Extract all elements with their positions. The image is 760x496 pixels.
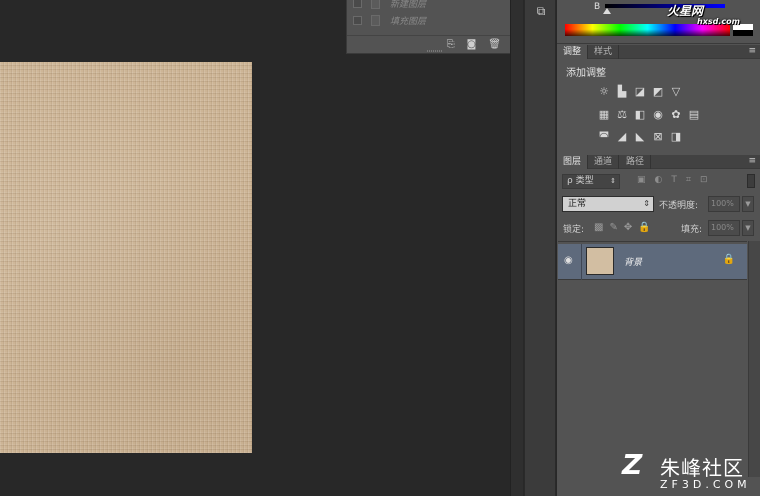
history-checkbox[interactable] bbox=[353, 15, 362, 25]
history-item[interactable]: 填充图层 bbox=[347, 13, 509, 27]
fill-field[interactable]: 100% bbox=[708, 220, 740, 236]
tab-layers[interactable]: 图层 bbox=[557, 155, 589, 169]
lock-all-icon[interactable]: 🔒 bbox=[638, 222, 650, 233]
panel-dock: ⧉ bbox=[524, 0, 556, 496]
opacity-dropdown[interactable]: ▼ bbox=[742, 196, 754, 212]
lock-image-icon[interactable]: ✎ bbox=[609, 222, 617, 233]
shape-filter-icon[interactable]: ⌗ bbox=[686, 175, 691, 185]
layer-filter-label: ρ 类型 bbox=[567, 176, 594, 186]
right-panels: B 火星网 hxsd.com 调整 样式 ≡ 添加调整 ☼ ▙ ◪ ◩ ▽ ▦ … bbox=[557, 0, 760, 496]
eye-icon[interactable]: ◉ bbox=[564, 255, 573, 266]
layers-tabbar: 图层 通道 路径 ≡ bbox=[557, 155, 760, 169]
trash-icon[interactable]: 🗑 bbox=[488, 39, 501, 50]
watermark-zf3d: Z 朱峰社区 ZF3D.COM bbox=[622, 446, 760, 496]
opacity-label: 不透明度: bbox=[659, 201, 699, 211]
divider bbox=[581, 244, 582, 280]
canvas-scrollbar[interactable] bbox=[510, 0, 523, 496]
slider-thumb[interactable] bbox=[603, 8, 611, 14]
layer-filter-dropdown[interactable]: ρ 类型 ⇕ bbox=[562, 174, 620, 189]
posterize-icon[interactable]: ◢ bbox=[615, 130, 629, 144]
curves-icon[interactable]: ◪ bbox=[633, 85, 647, 99]
watermark-subtext: hxsd.com bbox=[697, 17, 740, 26]
lock-label: 锁定: bbox=[563, 225, 585, 235]
photo-filter-icon[interactable]: ◉ bbox=[651, 108, 665, 122]
pixel-filter-icon[interactable]: ▣ bbox=[637, 175, 646, 185]
canvas-document[interactable] bbox=[0, 62, 252, 453]
watermark-subtext: ZF3D.COM bbox=[660, 478, 751, 491]
adjustments-title: 添加调整 bbox=[566, 68, 606, 79]
layer-name[interactable]: 背景 bbox=[624, 255, 642, 268]
hue-saturation-icon[interactable]: ▦ bbox=[597, 108, 611, 122]
exposure-icon[interactable]: ◩ bbox=[651, 85, 665, 99]
color-channel-label: B bbox=[594, 2, 601, 12]
levels-icon[interactable]: ▙ bbox=[615, 85, 629, 99]
color-lookup-icon[interactable]: ▤ bbox=[687, 108, 701, 122]
adjustments-tabbar: 调整 样式 ≡ bbox=[557, 45, 760, 59]
chevron-updown-icon: ⇕ bbox=[643, 199, 650, 208]
lock-icon: 🔒 bbox=[722, 254, 735, 265]
invert-icon[interactable]: ◚ bbox=[597, 130, 611, 144]
black-white-icon[interactable]: ◧ bbox=[633, 108, 647, 122]
new-document-icon[interactable]: ⎘ bbox=[447, 39, 455, 50]
selective-color-icon[interactable]: ◨ bbox=[669, 130, 683, 144]
chevron-updown-icon: ⇕ bbox=[610, 177, 616, 185]
tab-adjustments[interactable]: 调整 bbox=[557, 45, 589, 59]
brightness-icon[interactable]: ☼ bbox=[597, 85, 611, 99]
document-icon bbox=[371, 0, 380, 9]
lock-icons: ▩ ✎ ✥ 🔒 bbox=[594, 222, 651, 233]
blend-mode-value: 正常 bbox=[568, 199, 587, 209]
fill-dropdown[interactable]: ▼ bbox=[742, 220, 754, 236]
color-balance-icon[interactable]: ⚖ bbox=[615, 108, 629, 122]
watermark-text: 朱峰社区 bbox=[660, 456, 744, 480]
panel-menu-icon[interactable]: ≡ bbox=[748, 46, 756, 56]
history-item-label: 新建图层 bbox=[390, 0, 427, 10]
document-icon bbox=[371, 14, 380, 26]
adjustments-row: ◚ ◢ ◣ ⊠ ◨ bbox=[597, 130, 683, 144]
gradient-map-icon[interactable]: ⊠ bbox=[651, 130, 665, 144]
watermark-hxsd: 火星网 hxsd.com bbox=[667, 2, 755, 26]
blend-mode-select[interactable]: 正常 ⇕ bbox=[562, 196, 654, 212]
layers-scrollbar[interactable] bbox=[748, 241, 760, 477]
tab-channels[interactable]: 通道 bbox=[588, 155, 620, 169]
filter-toggle[interactable] bbox=[747, 174, 755, 188]
zf3d-logo: Z bbox=[622, 448, 643, 481]
camera-icon[interactable]: ◙ bbox=[467, 39, 477, 50]
layer-thumbnail bbox=[586, 247, 614, 275]
panel-menu-icon[interactable]: ≡ bbox=[748, 156, 756, 166]
vibrance-icon[interactable]: ▽ bbox=[669, 85, 683, 99]
opacity-field[interactable]: 100% bbox=[708, 196, 740, 212]
layer-filter-icons: ▣ ◐ T ⌗ ⊡ bbox=[637, 175, 708, 185]
history-item-label: 填充图层 bbox=[390, 16, 427, 27]
threshold-icon[interactable]: ◣ bbox=[633, 130, 647, 144]
panel-resize-grip[interactable] bbox=[427, 50, 443, 52]
tab-styles[interactable]: 样式 bbox=[588, 45, 620, 59]
tab-paths[interactable]: 路径 bbox=[620, 155, 652, 169]
layer-list: ◉ 背景 🔒 bbox=[558, 241, 747, 477]
smart-object-filter-icon[interactable]: ⊡ bbox=[700, 175, 708, 185]
history-panel: 新建图层 填充图层 ⎘ ◙ 🗑 bbox=[346, 0, 522, 54]
history-item[interactable]: 新建图层 bbox=[347, 0, 509, 10]
type-filter-icon[interactable]: T bbox=[671, 175, 677, 185]
color-panel: B 火星网 hxsd.com bbox=[557, 0, 760, 44]
lock-transparent-icon[interactable]: ▩ bbox=[594, 222, 603, 233]
lock-position-icon[interactable]: ✥ bbox=[624, 222, 632, 233]
history-checkbox[interactable] bbox=[353, 0, 362, 8]
history-panel-icon[interactable]: ⧉ bbox=[533, 4, 549, 20]
watermark-text: 火星网 bbox=[667, 4, 704, 18]
layer-row[interactable]: ◉ 背景 🔒 bbox=[558, 244, 747, 280]
adjustments-row: ▦ ⚖ ◧ ◉ ✿ ▤ bbox=[597, 108, 701, 122]
fill-label: 填充: bbox=[681, 225, 703, 235]
adjustment-filter-icon[interactable]: ◐ bbox=[655, 175, 663, 185]
adjustments-row: ☼ ▙ ◪ ◩ ▽ bbox=[597, 85, 683, 99]
channel-mixer-icon[interactable]: ✿ bbox=[669, 108, 683, 122]
